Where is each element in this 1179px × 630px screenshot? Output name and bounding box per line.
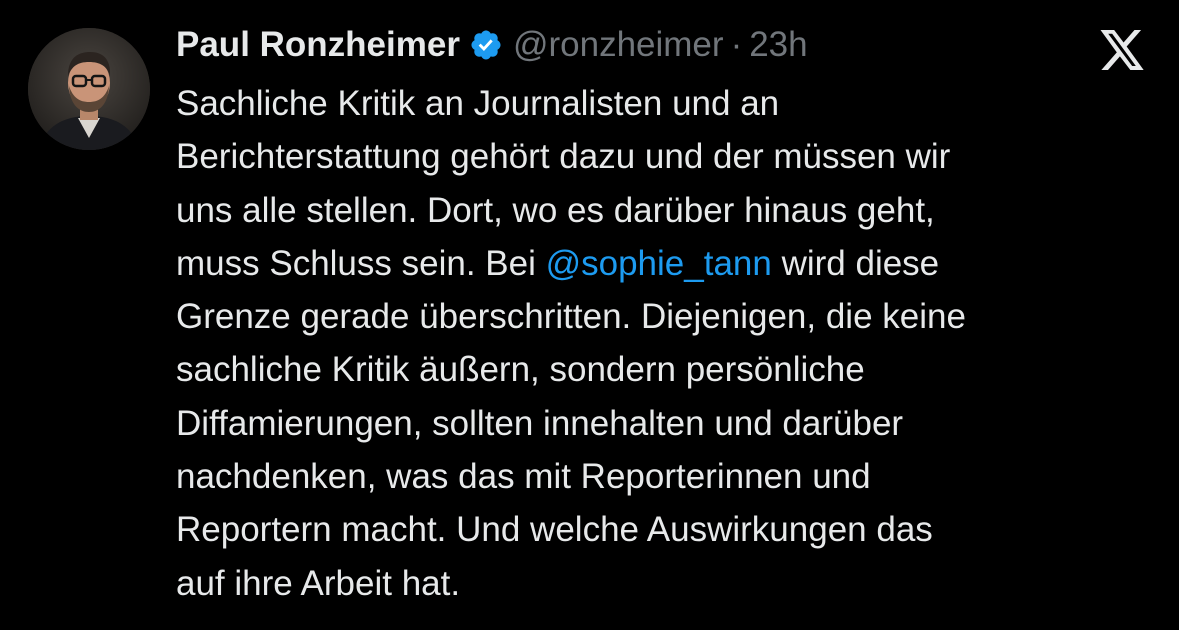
tweet-line-text: wird diese: [771, 243, 940, 283]
tweet-line: Grenze gerade überschritten. Diejenigen,…: [176, 297, 966, 337]
tweet-line: Reportern macht. Und welche Auswirkungen…: [176, 510, 933, 550]
avatar-photo: [28, 28, 150, 150]
tweet-line: auf ihre Arbeit hat.: [176, 563, 461, 603]
tweet-line: sachliche Kritik äußern, sondern persönl…: [176, 350, 865, 390]
avatar[interactable]: [28, 28, 150, 150]
tweet-card: Paul Ronzheimer @ronzheimer · 23h Sachli…: [0, 0, 1179, 630]
tweet-line-text: muss Schluss sein. Bei: [176, 243, 546, 283]
tweet-text: Sachliche Kritik an Journalisten und an …: [176, 77, 1166, 610]
tweet-line: Diffamierungen, sollten innehalten und d…: [176, 403, 904, 443]
mention-link[interactable]: @sophie_tann: [546, 244, 772, 283]
tweet-header: Paul Ronzheimer @ronzheimer · 23h: [176, 18, 808, 72]
verified-badge-icon: [469, 28, 503, 62]
tweet-line: Berichterstattung gehört dazu und der mü…: [176, 137, 951, 177]
tweet-line: uns alle stellen. Dort, wo es darüber hi…: [176, 190, 935, 230]
tweet-line: nachdenken, was das mit Reporterinnen un…: [176, 457, 871, 497]
separator-dot: ·: [730, 25, 743, 64]
author-display-name[interactable]: Paul Ronzheimer: [176, 25, 460, 65]
tweet-line: Sachliche Kritik an Journalisten und an: [176, 84, 780, 123]
tweet-timestamp[interactable]: 23h: [749, 25, 807, 65]
author-handle[interactable]: @ronzheimer: [513, 25, 724, 65]
x-logo-icon[interactable]: [1097, 30, 1147, 74]
tweet-line: muss Schluss sein. Bei @sophie_tann wird…: [176, 237, 1166, 290]
